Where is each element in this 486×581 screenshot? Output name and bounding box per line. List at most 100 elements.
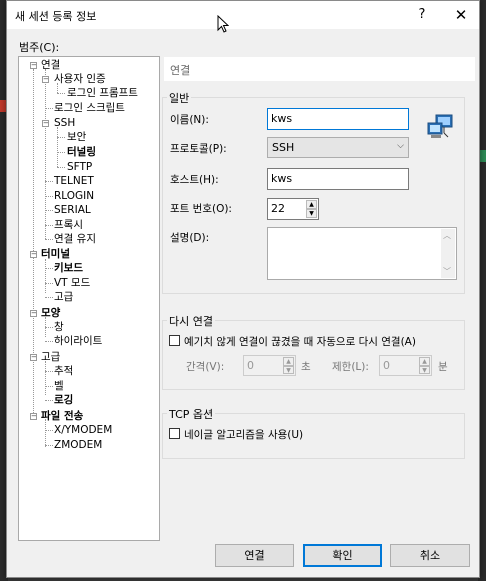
tree-item-appearance[interactable]: 모양 <box>41 306 60 320</box>
scroll-down-icon[interactable]: ﹀ <box>443 266 451 277</box>
tree-item-telnet[interactable]: TELNET <box>54 174 94 188</box>
limit-spinner[interactable]: 0 ▲ ▼ <box>379 355 432 376</box>
tree-item-login-script[interactable]: 로그인 스크립트 <box>54 101 125 115</box>
tree-item-terminal-advanced[interactable]: 고급 <box>54 290 73 304</box>
limit-value: 0 <box>383 359 390 372</box>
tree-item-label: 파일 전송 <box>41 410 84 422</box>
tree-item-label: 터널링 <box>67 146 96 158</box>
collapse-toggle-icon[interactable]: − <box>30 251 37 258</box>
host-input[interactable]: kws <box>267 168 409 190</box>
name-input[interactable]: kws <box>267 108 409 130</box>
tree-item-label: 연결 유지 <box>54 233 96 245</box>
tree-line <box>45 297 53 298</box>
limit-label: 제한(L): <box>332 361 369 373</box>
tree-line <box>45 341 53 342</box>
tree-item-terminal[interactable]: 터미널 <box>41 247 70 261</box>
tree-item-label: VT 모드 <box>54 277 91 289</box>
tree-line <box>45 361 46 395</box>
category-label: 범주(C): <box>19 41 60 54</box>
tree-item-bell[interactable]: 벨 <box>54 379 64 393</box>
tree-line <box>45 69 46 239</box>
limit-spin-buttons[interactable]: ▲ ▼ <box>419 357 430 374</box>
port-spin-buttons[interactable]: ▲ ▼ <box>306 200 317 218</box>
collapse-toggle-icon[interactable]: − <box>30 413 37 420</box>
connect-button[interactable]: 연결 <box>215 544 294 567</box>
tree-item-label: 고급 <box>41 351 61 363</box>
tree-line <box>45 210 53 211</box>
tree-item-connection[interactable]: 연결 <box>41 58 60 72</box>
collapse-toggle-icon[interactable]: − <box>30 354 37 361</box>
tree-item-tunneling[interactable]: 터널링 <box>67 145 96 159</box>
interval-spin-buttons[interactable]: ▲ ▼ <box>283 357 294 374</box>
tree-item-logging[interactable]: 로깅 <box>54 393 73 407</box>
tree-item-label: 고급 <box>54 291 74 303</box>
tree-item-login-prompt[interactable]: 로그인 프롬프트 <box>67 86 138 100</box>
tree-item-sftp[interactable]: SFTP <box>67 160 92 174</box>
tree-item-label: 키보드 <box>54 262 83 274</box>
tree-item-highlight[interactable]: 하이라이트 <box>54 334 102 348</box>
nagle-label: 네이글 알고리즘을 사용(U) <box>184 429 304 441</box>
tree-item-label: 로그인 프롬프트 <box>67 87 138 99</box>
tree-item-serial[interactable]: SERIAL <box>54 203 91 217</box>
tree-item-user-auth[interactable]: 사용자 인증 <box>54 72 106 86</box>
close-button[interactable]: ✕ <box>441 1 481 29</box>
tree-line <box>45 239 53 240</box>
name-label: 이름(N): <box>170 114 209 126</box>
collapse-toggle-icon[interactable]: − <box>30 310 37 317</box>
tree-item-security[interactable]: 보안 <box>67 130 86 144</box>
protocol-select[interactable]: SSH ⌵ <box>267 137 409 158</box>
description-label: 설명(D): <box>170 232 210 244</box>
help-button[interactable]: ? <box>402 1 442 29</box>
tree-item-file-transfer[interactable]: 파일 전송 <box>41 409 83 423</box>
spin-up-icon[interactable]: ▲ <box>283 357 294 366</box>
tree-item-window[interactable]: 창 <box>54 320 64 334</box>
reconnect-group-title: 다시 연결 <box>167 313 215 329</box>
mouse-cursor-icon <box>217 15 229 33</box>
interval-value: 0 <box>247 359 254 372</box>
auto-reconnect-label: 예기치 않게 연결이 끊겼을 때 자동으로 다시 연결(A) <box>184 336 416 348</box>
collapse-toggle-icon[interactable]: − <box>42 76 49 83</box>
tree-line <box>57 152 65 153</box>
tree-item-keyboard[interactable]: 키보드 <box>54 261 83 275</box>
spin-up-icon[interactable]: ▲ <box>419 357 430 366</box>
tree-line <box>57 93 65 94</box>
collapse-toggle-icon[interactable]: − <box>30 62 37 69</box>
interval-spinner[interactable]: 0 ▲ ▼ <box>243 355 296 376</box>
tree-line <box>45 268 53 269</box>
tree-item-zmodem[interactable]: ZMODEM <box>54 438 102 452</box>
spin-down-icon[interactable]: ▼ <box>419 365 430 374</box>
spin-down-icon[interactable]: ▼ <box>283 365 294 374</box>
tree-item-label: 하이라이트 <box>54 335 103 347</box>
tree-item-ssh[interactable]: SSH <box>54 116 75 130</box>
ok-button[interactable]: 확인 <box>303 544 382 567</box>
tree-item-vt-mode[interactable]: VT 모드 <box>54 276 90 290</box>
description-scrollbar[interactable]: ︿ ﹀ <box>441 229 455 278</box>
limit-unit: 분 <box>438 361 448 373</box>
description-textarea[interactable]: ︿ ﹀ <box>267 227 457 280</box>
tree-item-trace[interactable]: 추적 <box>54 364 73 378</box>
tree-item-label: 로깅 <box>54 394 74 406</box>
spin-down-icon[interactable]: ▼ <box>306 209 317 218</box>
tree-item-advanced[interactable]: 고급 <box>41 350 60 364</box>
tree-item-label: 사용자 인증 <box>54 73 106 85</box>
cancel-button[interactable]: 취소 <box>390 544 470 567</box>
scroll-up-icon[interactable]: ︿ <box>443 230 451 241</box>
tree-item-xymodem[interactable]: X/YMODEM <box>54 423 112 437</box>
tree-line <box>45 445 53 446</box>
tree-item-keepalive[interactable]: 연결 유지 <box>54 232 96 246</box>
auto-reconnect-checkbox[interactable] <box>169 335 180 346</box>
tree-item-label: SSH <box>54 117 76 129</box>
tree-item-label: X/YMODEM <box>54 424 113 436</box>
tree-item-rlogin[interactable]: RLOGIN <box>54 189 94 203</box>
collapse-toggle-icon[interactable]: − <box>42 120 49 127</box>
network-computer-icon <box>427 114 453 138</box>
port-spinner[interactable]: 22 ▲ ▼ <box>267 198 319 220</box>
tree-item-label: 벨 <box>54 380 64 392</box>
spin-up-icon[interactable]: ▲ <box>306 200 317 209</box>
nagle-checkbox[interactable] <box>169 428 180 439</box>
tree-item-proxy[interactable]: 프록시 <box>54 218 83 232</box>
tree-line <box>45 430 53 431</box>
tree-item-label: SFTP <box>67 161 93 173</box>
category-tree[interactable]: − 연결 − 사용자 인증 로그인 프롬프트 로그인 스크립트 − SSH 보안… <box>18 56 160 541</box>
panel-title: 연결 <box>164 57 475 81</box>
